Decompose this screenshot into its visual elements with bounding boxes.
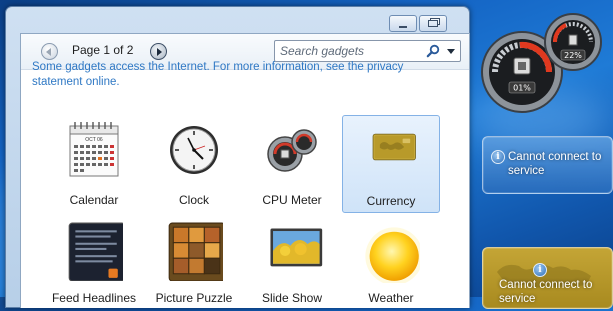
cpu-meter-icon [267, 129, 317, 172]
gadget-tile-slide-show[interactable]: Slide Show [243, 213, 341, 311]
notice-message: Cannot connect to service [499, 279, 593, 305]
gadget-tile-currency[interactable]: Currency [342, 115, 440, 213]
restore-button[interactable] [419, 15, 447, 32]
gadget-tile-weather[interactable]: Weather [342, 213, 440, 311]
previous-page-button[interactable] [41, 43, 58, 60]
info-icon: i [491, 150, 505, 164]
search-gadgets-input[interactable]: Search gadgets [274, 40, 461, 62]
cpu-usage-value: 01% [513, 84, 531, 93]
info-icon: i [533, 263, 547, 277]
gadget-label-currency: Currency [366, 194, 416, 208]
gadget-tile-calendar[interactable]: OCT 06 Calendar [45, 115, 143, 213]
sidebar-gadget-notice[interactable]: i Cannot connect to service [482, 136, 613, 194]
cpu-meter-gadget[interactable]: 01% 22% [480, 10, 612, 125]
gadget-label-picture-puzzle: Picture Puzzle [155, 291, 233, 305]
slide-show-icon [270, 228, 323, 267]
weather-icon [365, 227, 420, 283]
restore-icon [428, 20, 438, 27]
sidebar-currency-gadget[interactable]: i Cannot connect to service [482, 247, 613, 309]
minimize-button[interactable] [389, 15, 417, 32]
picture-puzzle-icon [168, 222, 223, 281]
search-icon[interactable] [426, 44, 440, 58]
currency-icon [372, 133, 416, 161]
window-controls [387, 15, 447, 32]
next-page-button[interactable] [150, 43, 167, 60]
calendar-month-text: OCT 06 [85, 137, 103, 143]
gadget-label-cpu-meter: CPU Meter [262, 193, 322, 207]
internet-privacy-notice[interactable]: Some gadgets access the Internet. For mo… [32, 60, 422, 90]
feed-headlines-icon [68, 222, 123, 281]
chevron-right-icon [157, 47, 162, 56]
gadget-label-weather: Weather [368, 291, 414, 305]
gadget-tile-clock[interactable]: Clock [145, 115, 243, 213]
chevron-left-icon [46, 47, 51, 56]
gadget-tile-cpu-meter[interactable]: CPU Meter [243, 115, 341, 213]
gadget-tile-picture-puzzle[interactable]: Picture Puzzle [145, 213, 243, 311]
notice-message: Cannot connect to service [508, 151, 602, 177]
minimize-icon [399, 24, 407, 28]
search-dropdown-icon[interactable] [447, 49, 455, 54]
gadget-tile-feed-headlines[interactable]: Feed Headlines [45, 213, 143, 311]
gadget-label-calendar: Calendar [69, 193, 119, 207]
gadget-label-slide-show: Slide Show [261, 291, 323, 305]
search-placeholder: Search gadgets [280, 44, 365, 58]
memory-usage-value: 22% [564, 51, 582, 60]
gadget-label-clock: Clock [178, 193, 209, 207]
page-indicator: Page 1 of 2 [72, 43, 134, 57]
gadget-label-feed-headlines: Feed Headlines [51, 291, 137, 305]
calendar-icon: OCT 06 [69, 122, 119, 177]
clock-icon [170, 126, 218, 174]
